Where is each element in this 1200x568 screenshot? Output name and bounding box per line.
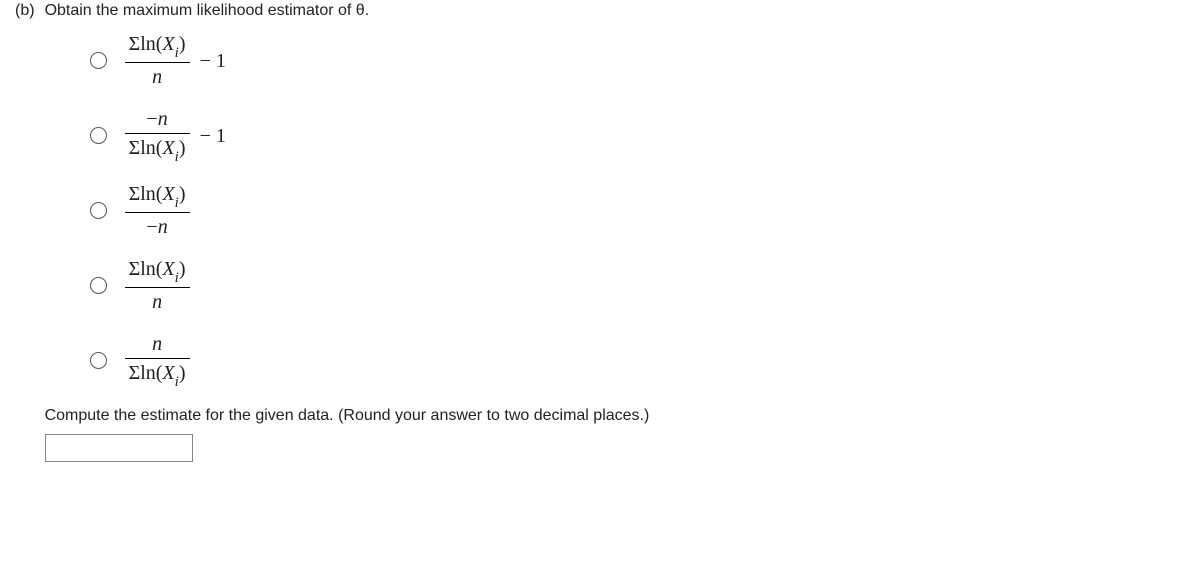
option-2-math: −n Σln(Xi) − 1: [125, 105, 226, 166]
answer-input[interactable]: [45, 434, 193, 462]
option-5[interactable]: n Σln(Xi): [90, 330, 1185, 391]
options-group: Σln(Xi) n − 1 −n Σln(Xi) − 1: [90, 30, 1185, 391]
option-4[interactable]: Σln(Xi) n: [90, 255, 1185, 316]
option-3[interactable]: Σln(Xi) −n: [90, 180, 1185, 241]
radio-icon[interactable]: [90, 202, 107, 219]
question-text: Obtain the maximum likelihood estimator …: [45, 2, 370, 19]
radio-icon[interactable]: [90, 277, 107, 294]
option-4-math: Σln(Xi) n: [125, 255, 196, 316]
option-1[interactable]: Σln(Xi) n − 1: [90, 30, 1185, 91]
part-label: (b): [15, 0, 35, 22]
radio-icon[interactable]: [90, 127, 107, 144]
radio-icon[interactable]: [90, 52, 107, 69]
option-3-math: Σln(Xi) −n: [125, 180, 196, 241]
radio-icon[interactable]: [90, 352, 107, 369]
option-2[interactable]: −n Σln(Xi) − 1: [90, 105, 1185, 166]
option-1-math: Σln(Xi) n − 1: [125, 30, 226, 91]
compute-instruction: Compute the estimate for the given data.…: [45, 405, 1185, 427]
option-5-math: n Σln(Xi): [125, 330, 196, 391]
